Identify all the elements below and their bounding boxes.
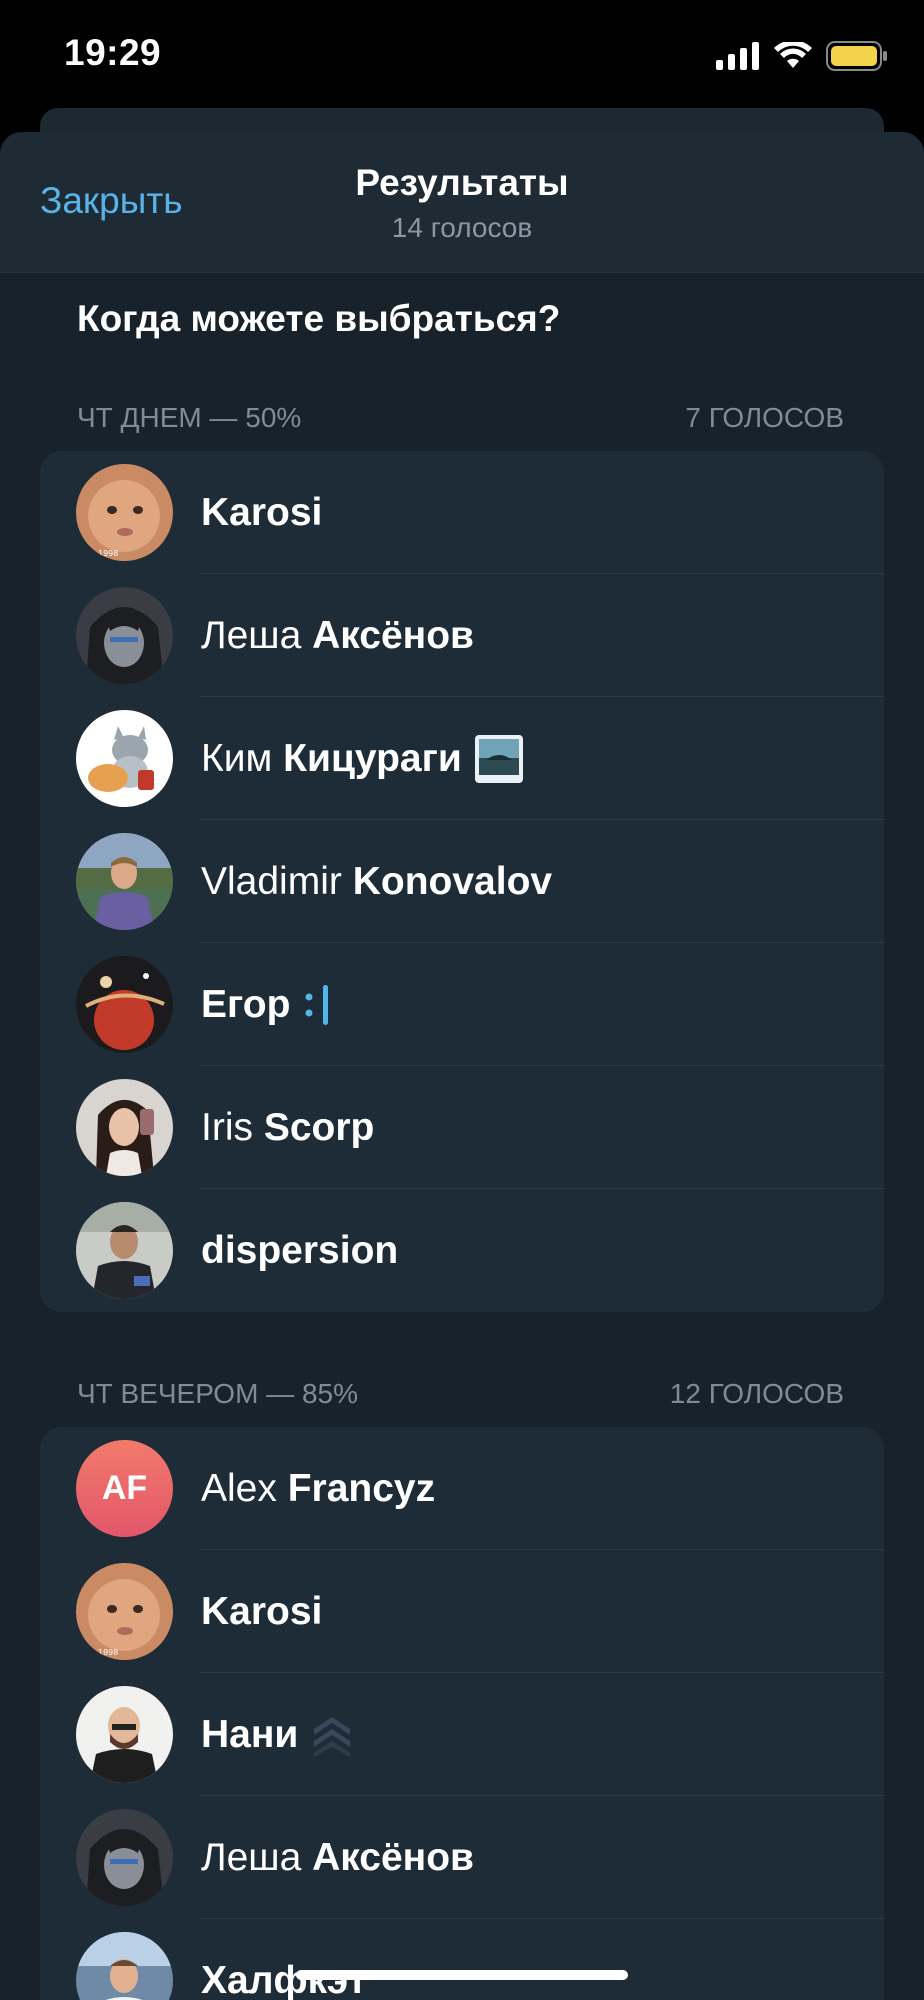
voter-first-name: Леша <box>201 1835 302 1879</box>
voter-first-name: Karosi <box>201 1589 323 1633</box>
voter-first-name: Iris <box>201 1105 253 1149</box>
voters-list: AF Alex Francyz 1998 Karosi Нани Леша Аксёнов… <box>40 1427 884 2000</box>
voter-row[interactable]: AF Alex Francyz <box>40 1427 884 1550</box>
voter-row[interactable]: Леша Аксёнов <box>40 1796 884 1919</box>
voter-first-name: dispersion <box>201 1228 399 1272</box>
voter-row[interactable]: Халфкэт <box>40 1919 884 2000</box>
stack-chevron-icon <box>310 1711 354 1759</box>
colon-bar-icon <box>302 981 332 1029</box>
voter-last-name: Аксёнов <box>312 613 475 657</box>
voter-first-name: Егор <box>201 982 291 1026</box>
status-time: 19:29 <box>64 32 162 73</box>
page-title: Результаты <box>355 162 569 203</box>
voter-name: Vladimir Konovalov <box>201 820 552 943</box>
voter-name: Егор <box>201 943 332 1066</box>
avatar <box>76 1079 173 1176</box>
option-header: ЧТ ДНЕМ — 50% 7 голосов <box>77 402 844 434</box>
voter-row[interactable]: Ким Кицураги <box>40 697 884 820</box>
voter-name: Karosi <box>201 451 322 574</box>
voter-name: Халфкэт <box>201 1919 367 2000</box>
avatar-initials: AF <box>76 1440 173 1537</box>
avatar <box>76 1686 173 1783</box>
poll-question: Когда можете выбраться? <box>77 298 561 339</box>
vote-count-subtitle: 14 голосов <box>391 212 533 243</box>
voter-last-name: Francyz <box>287 1466 436 1510</box>
option-votes: 12 голосов <box>669 1378 844 1409</box>
voter-first-name: Vladimir <box>201 859 342 903</box>
landscape-image-icon <box>474 734 524 784</box>
voter-first-name: Karosi <box>201 490 323 534</box>
voter-name: dispersion <box>201 1189 398 1312</box>
battery-icon <box>826 41 887 71</box>
nav-bar: Закрыть Результаты 14 голосов <box>0 132 924 273</box>
wifi-icon <box>774 42 812 68</box>
voters-list: 1998 Karosi Леша Аксёнов Ким Кицураги Vladim… <box>40 451 884 1312</box>
avatar: AF <box>76 1440 173 1537</box>
avatar <box>76 710 173 807</box>
avatar <box>76 1809 173 1906</box>
option-label: ЧТ ДНЕМ — 50% <box>77 402 302 433</box>
home-indicator <box>296 1970 628 1980</box>
voter-row[interactable]: Егор <box>40 943 884 1066</box>
option-votes: 7 голосов <box>685 402 844 433</box>
voter-name: Леша Аксёнов <box>201 1796 474 1919</box>
signal-icon <box>716 42 759 70</box>
voter-name: Alex Francyz <box>201 1427 435 1550</box>
voter-first-name: Ким <box>201 736 273 780</box>
voter-row[interactable]: Iris Scorp <box>40 1066 884 1189</box>
results-sheet: Закрыть Результаты 14 голосов Когда може… <box>0 132 924 2000</box>
voter-first-name: Alex <box>201 1466 277 1510</box>
voter-name: Нани <box>201 1673 354 1796</box>
avatar <box>76 1202 173 1299</box>
avatar: 1998 <box>76 464 173 561</box>
status-bar: 19:29 <box>0 0 924 110</box>
option-header: ЧТ ВЕЧЕРОМ — 85% 12 голосов <box>77 1378 844 1410</box>
avatar <box>76 956 173 1053</box>
voter-last-name: Konovalov <box>352 859 553 903</box>
voter-row[interactable]: Нани <box>40 1673 884 1796</box>
voter-name: Ким Кицураги <box>201 697 524 820</box>
voter-first-name: Леша <box>201 613 302 657</box>
voter-row[interactable]: dispersion <box>40 1189 884 1312</box>
svg-text:1998: 1998 <box>98 1648 118 1657</box>
voter-name: Леша Аксёнов <box>201 574 474 697</box>
voter-last-name: Аксёнов <box>312 1835 475 1879</box>
avatar <box>76 587 173 684</box>
voter-row[interactable]: Леша Аксёнов <box>40 574 884 697</box>
voter-name: Iris Scorp <box>201 1066 374 1189</box>
voter-row[interactable]: 1998 Karosi <box>40 1550 884 1673</box>
avatar: 1998 <box>76 1563 173 1660</box>
status-icons <box>716 38 888 74</box>
voter-row[interactable]: Vladimir Konovalov <box>40 820 884 943</box>
voter-last-name: Кицураги <box>283 736 462 780</box>
voter-name: Karosi <box>201 1550 322 1673</box>
option-label: ЧТ ВЕЧЕРОМ — 85% <box>77 1378 358 1409</box>
avatar <box>76 833 173 930</box>
voter-row[interactable]: 1998 Karosi <box>40 451 884 574</box>
voter-first-name: Нани <box>201 1712 299 1756</box>
voter-last-name: Scorp <box>263 1105 375 1149</box>
avatar <box>76 1932 173 2000</box>
svg-text:1998: 1998 <box>98 549 118 558</box>
